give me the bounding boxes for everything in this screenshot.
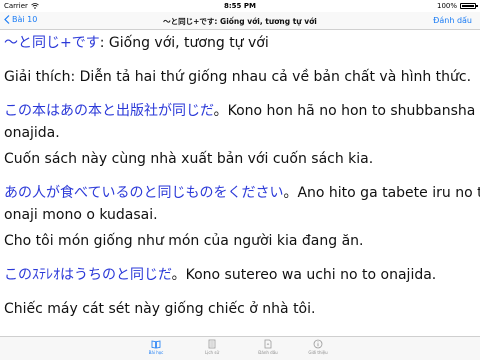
history-icon bbox=[208, 339, 216, 349]
book-icon bbox=[151, 340, 161, 349]
example-1-line-1: この本はあの本と出版社が同じだ。Kono hon hã no hon to sh… bbox=[4, 100, 480, 122]
page-title: 〜と同じ+です: Giống với, tương tự với bbox=[163, 17, 317, 26]
battery-fill bbox=[462, 5, 474, 7]
example-2-romaji: 。Ano hito ga tabete iru no to bbox=[283, 185, 480, 201]
example-2-romaji-continued: onaji mono o kudasai. bbox=[4, 207, 158, 223]
bookmark-icon bbox=[264, 339, 272, 349]
example-3-japanese: このｽﾃﾚｵはうちのと同じだ bbox=[4, 267, 172, 283]
grammar-heading: 〜と同じ+です: Giống với, tương tự với bbox=[4, 32, 472, 54]
tab-about[interactable]: Giới thiệu bbox=[298, 339, 338, 359]
example-2-translation: Cho tôi món giống như món của người kia … bbox=[4, 233, 364, 249]
example-1-romaji-continued: onajida. bbox=[4, 125, 60, 141]
example-1-translation: Cuốn sách này cùng nhà xuất bản với cuốn… bbox=[4, 151, 374, 167]
status-right: 100% bbox=[436, 2, 478, 10]
example-3-romaji: 。Kono sutereo wa uchi no to onajida. bbox=[171, 267, 437, 283]
example-3-line-1: このｽﾃﾚｵはうちのと同じだ。Kono sutereo wa uchi no t… bbox=[4, 264, 472, 286]
battery-percent: 100% bbox=[436, 2, 457, 10]
grammar-meaning: : Giống với, tương tự với bbox=[99, 35, 269, 51]
lesson-content: 〜と同じ+です: Giống với, tương tự với Giải th… bbox=[4, 30, 480, 335]
info-icon bbox=[313, 339, 323, 349]
tab-history[interactable]: Lịch sử bbox=[192, 339, 232, 359]
status-time: 8:55 PM bbox=[224, 2, 256, 10]
example-2-line-1: あの人が食べているのと同じものをください。Ano hito ga tabete … bbox=[4, 182, 480, 204]
tab-bar: Bài học Lịch sử Đánh dấu Giới thiệu bbox=[0, 336, 480, 360]
bookmark-button[interactable]: Đánh dấu bbox=[433, 16, 472, 25]
tab-about-label: Giới thiệu bbox=[308, 350, 328, 355]
status-bar: Carrier 8:55 PM 100% bbox=[0, 0, 480, 12]
tab-history-label: Lịch sử bbox=[205, 350, 219, 355]
tab-lessons[interactable]: Bài học bbox=[136, 339, 176, 359]
example-3-translation: Chiếc máy cát sét này giống chiếc ở nhà … bbox=[4, 301, 316, 317]
grammar-pattern: 〜と同じ+です bbox=[4, 35, 100, 51]
example-1-japanese: この本はあの本と出版社が同じだ bbox=[4, 103, 214, 119]
example-2-japanese: あの人が食べているのと同じものをください bbox=[4, 185, 284, 201]
tab-lessons-label: Bài học bbox=[148, 350, 164, 355]
tab-bookmarks[interactable]: Đánh dấu bbox=[248, 339, 288, 359]
navigation-bar: Bài 10 〜と同じ+です: Giống với, tương tự với … bbox=[0, 12, 480, 30]
example-1-romaji: 。Kono hon hã no hon to shubbansha ga bbox=[213, 103, 480, 119]
battery-icon bbox=[460, 3, 478, 9]
explanation-text: Giải thích: Diễn tả hai thứ giống nhau c… bbox=[4, 69, 472, 85]
tab-bookmarks-label: Đánh dấu bbox=[258, 350, 278, 355]
